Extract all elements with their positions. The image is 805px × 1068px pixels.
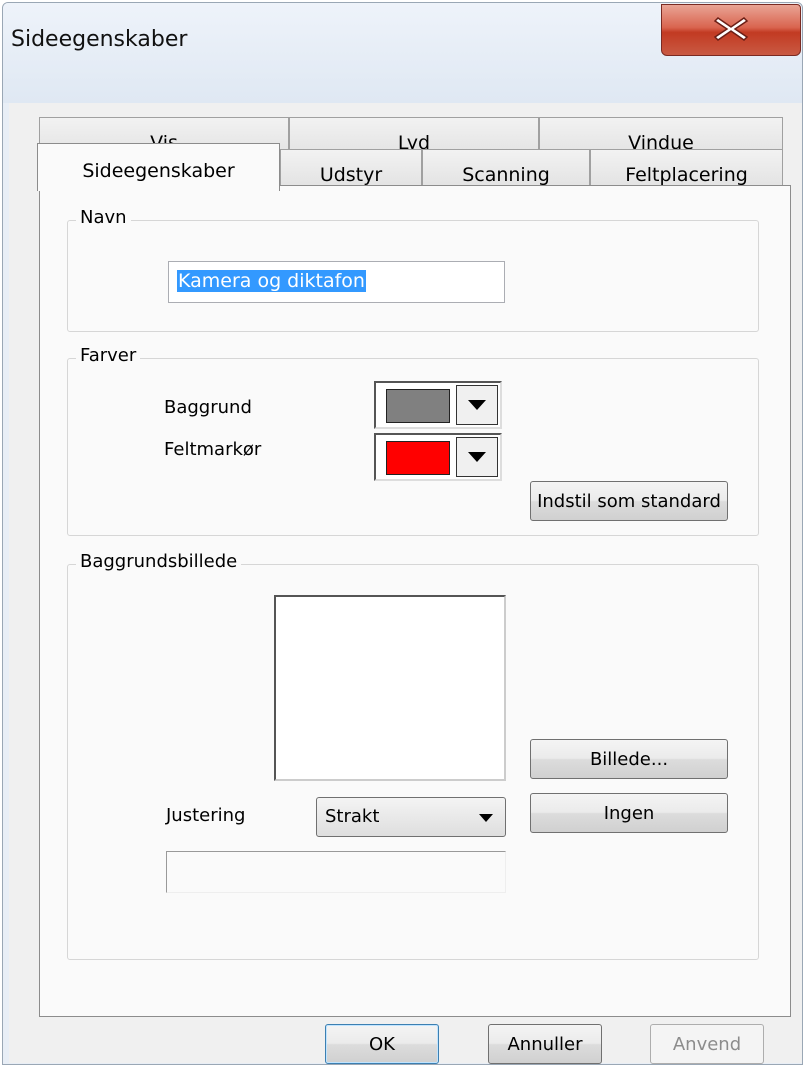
image-path-field	[166, 851, 506, 893]
background-color-label: Baggrund	[164, 397, 252, 418]
no-image-button[interactable]: Ingen	[530, 793, 728, 833]
chevron-down-icon	[479, 814, 493, 822]
alignment-select[interactable]: Strakt	[316, 797, 506, 837]
window-title: Sideegenskaber	[11, 27, 188, 52]
background-color-swatch	[386, 389, 450, 423]
tab-udstyr[interactable]: Udstyr	[280, 149, 422, 189]
dialog-client-area: Vis Lyd Vindue Sideegenskaber Udstyr Sca…	[9, 103, 802, 1064]
chevron-down-icon	[468, 400, 486, 410]
tab-sideegenskaber[interactable]: Sideegenskaber	[37, 143, 280, 191]
background-image-group: Baggrundsbillede Billede... Ingen Juster…	[67, 551, 759, 960]
close-button[interactable]	[661, 4, 801, 56]
tab-scanning[interactable]: Scanning	[422, 149, 590, 189]
marker-color-picker[interactable]	[374, 433, 502, 481]
name-input-value: Kamera og diktafon	[177, 270, 366, 292]
background-image-group-legend: Baggrundsbillede	[76, 551, 242, 572]
set-default-button[interactable]: Indstil som standard	[530, 481, 728, 521]
ok-button[interactable]: OK	[325, 1024, 439, 1064]
name-group: Navn Kamera og diktafon	[67, 207, 759, 332]
image-preview	[274, 595, 506, 781]
background-color-dropdown-button[interactable]	[456, 385, 498, 425]
alignment-select-value: Strakt	[325, 806, 380, 827]
name-group-legend: Navn	[76, 207, 131, 228]
choose-image-button[interactable]: Billede...	[530, 739, 728, 779]
close-icon	[713, 17, 749, 41]
marker-color-dropdown-button[interactable]	[456, 437, 498, 477]
dialog-window: Sideegenskaber Vis Lyd Vindue Sideegensk…	[2, 2, 803, 1065]
tab-feltplacering[interactable]: Feltplacering	[590, 149, 783, 189]
background-color-picker[interactable]	[374, 381, 502, 429]
marker-color-label: Feltmarkør	[164, 439, 262, 460]
tab-panel: Navn Kamera og diktafon Farver Baggrund …	[39, 185, 791, 1017]
alignment-label: Justering	[166, 805, 246, 826]
marker-color-swatch	[386, 441, 450, 475]
name-input[interactable]: Kamera og diktafon	[168, 261, 505, 303]
colors-group-legend: Farver	[76, 345, 141, 366]
colors-group: Farver Baggrund Feltmarkør Indstil som s…	[67, 345, 759, 536]
chevron-down-icon	[468, 452, 486, 462]
title-bar[interactable]: Sideegenskaber	[3, 3, 802, 103]
cancel-button[interactable]: Annuller	[488, 1024, 602, 1064]
apply-button[interactable]: Anvend	[650, 1024, 764, 1064]
